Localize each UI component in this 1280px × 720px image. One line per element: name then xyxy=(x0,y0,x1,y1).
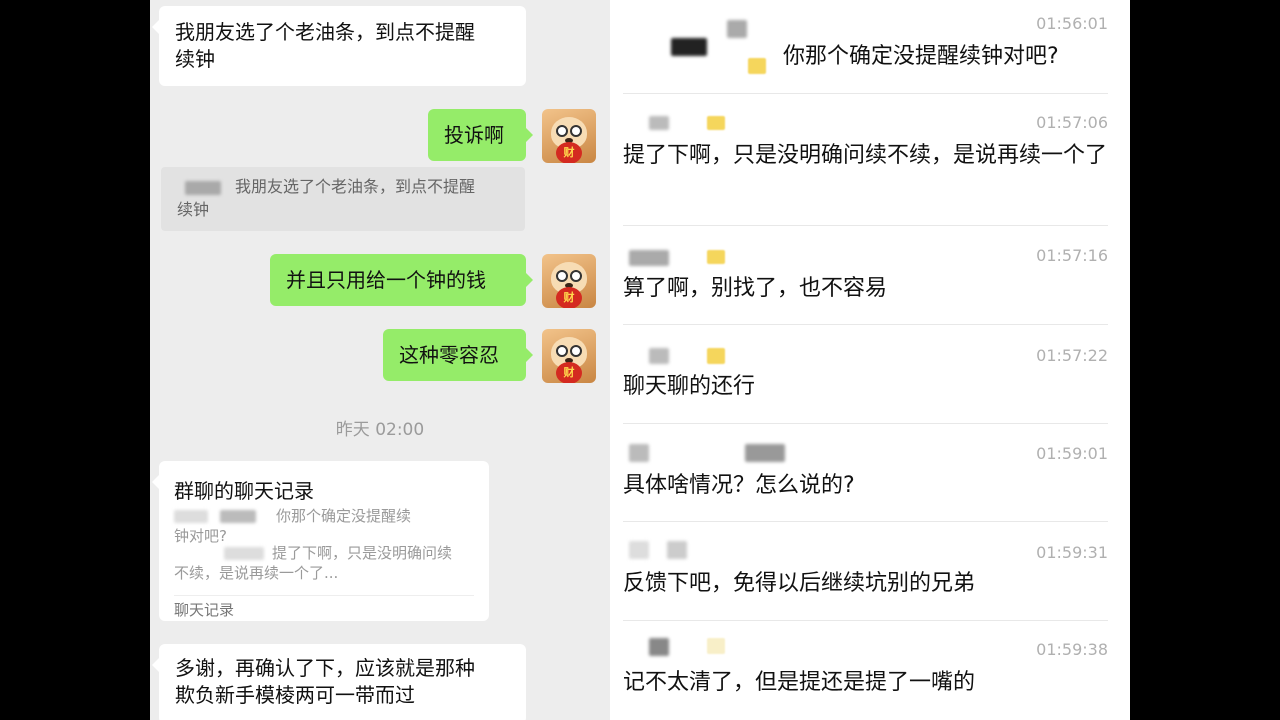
blurred-name xyxy=(629,444,649,462)
chat-record-card[interactable]: 群聊的聊天记录 你那个确定没提醒续 钟对吧? 提了下啊，只是没明确问续 不续，是… xyxy=(152,461,489,621)
card-footer: 聊天记录 xyxy=(174,601,235,619)
blurred-name xyxy=(174,510,208,523)
message-line: 我朋友选了个老油条，到点不提醒 xyxy=(175,20,475,44)
card-divider xyxy=(174,595,474,596)
blurred-name xyxy=(649,348,669,364)
avatar-eye xyxy=(556,345,568,357)
record-divider xyxy=(623,225,1108,226)
avatar-eye xyxy=(570,125,582,137)
card-line: 你那个确定没提醒续 xyxy=(174,506,474,526)
record-text: 反馈下吧，免得以后继续坑别的兄弟 xyxy=(623,571,976,596)
record-time: 01:59:38 xyxy=(1036,640,1108,659)
avatar-eye xyxy=(556,125,568,137)
record-time: 01:59:01 xyxy=(1036,444,1108,463)
message-text: 投诉啊 xyxy=(444,122,504,147)
card-title: 群聊的聊天记录 xyxy=(174,479,314,503)
avatar[interactable]: 财 xyxy=(542,254,596,308)
blurred-name xyxy=(745,444,785,462)
coin-icon: 财 xyxy=(556,287,582,308)
blurred-emoji xyxy=(707,638,725,654)
quote-line: 续钟 xyxy=(177,200,210,219)
coin-icon: 财 xyxy=(556,142,582,163)
record-text: 聊天聊的还行 xyxy=(623,374,756,399)
blurred-avatar xyxy=(671,38,707,56)
avatar-eye xyxy=(570,345,582,357)
record-text: 你那个确定没提醒续钟对吧? xyxy=(783,44,1059,69)
blurred-name xyxy=(224,547,264,560)
outgoing-message[interactable]: 投诉啊 xyxy=(428,109,533,161)
blurred-name xyxy=(649,116,669,130)
message-text: 并且只用给一个钟的钱 xyxy=(286,267,486,292)
blurred-name xyxy=(629,541,649,559)
outgoing-message[interactable]: 这种零容忍 xyxy=(383,329,533,381)
record-time: 01:57:22 xyxy=(1036,346,1108,365)
record-divider xyxy=(623,620,1108,621)
record-time: 01:57:16 xyxy=(1036,246,1108,265)
avatar[interactable]: 财 xyxy=(542,109,596,163)
message-line: 多谢，再确认了下，应该就是那种 xyxy=(175,656,475,680)
blurred-name xyxy=(629,250,669,266)
record-time: 01:56:01 xyxy=(1036,14,1108,33)
avatar[interactable]: 财 xyxy=(542,329,596,383)
blurred-emoji xyxy=(748,58,766,74)
record-text: 具体啥情况？怎么说的? xyxy=(623,473,855,498)
record-divider xyxy=(623,423,1108,424)
card-line: 不续，是说再续一个了... xyxy=(174,564,339,582)
avatar-eye xyxy=(556,270,568,282)
record-text: 算了啊，别找了，也不容易 xyxy=(623,276,888,301)
record-time: 01:57:06 xyxy=(1036,113,1108,132)
blurred-name xyxy=(185,180,221,195)
blurred-name xyxy=(649,638,669,656)
avatar-eye xyxy=(570,270,582,282)
quote-line: 我朋友选了个老油条，到点不提醒 xyxy=(177,175,509,198)
chat-timestamp: 昨天 02:00 xyxy=(335,420,425,440)
blurred-emoji xyxy=(707,116,725,130)
record-text: 记不太清了，但是提还是提了一嘴的 xyxy=(623,670,976,695)
blurred-name xyxy=(727,20,747,38)
blurred-emoji xyxy=(707,348,725,364)
record-divider xyxy=(623,521,1108,522)
card-line: 提了下啊，只是没明确问续 xyxy=(174,543,474,563)
message-text: 这种零容忍 xyxy=(399,342,499,367)
incoming-message[interactable]: 多谢，再确认了下，应该就是那种 欺负新手模棱两可一带而过 xyxy=(152,644,526,720)
record-divider xyxy=(623,324,1108,325)
blurred-name xyxy=(667,541,687,559)
outgoing-message[interactable]: 并且只用给一个钟的钱 xyxy=(270,254,533,306)
blurred-name xyxy=(220,510,256,523)
record-time: 01:59:31 xyxy=(1036,543,1108,562)
record-text: 提了下啊，只是没明确问续不续，是说再续一个了 xyxy=(623,143,1108,168)
blurred-emoji xyxy=(707,250,725,264)
message-line: 续钟 xyxy=(175,47,215,71)
record-divider xyxy=(623,93,1108,94)
incoming-message[interactable]: 我朋友选了个老油条，到点不提醒 续钟 xyxy=(152,6,526,86)
coin-icon: 财 xyxy=(556,362,582,383)
quoted-message[interactable]: 我朋友选了个老油条，到点不提醒 续钟 xyxy=(161,167,525,231)
message-line: 欺负新手模棱两可一带而过 xyxy=(175,683,415,707)
